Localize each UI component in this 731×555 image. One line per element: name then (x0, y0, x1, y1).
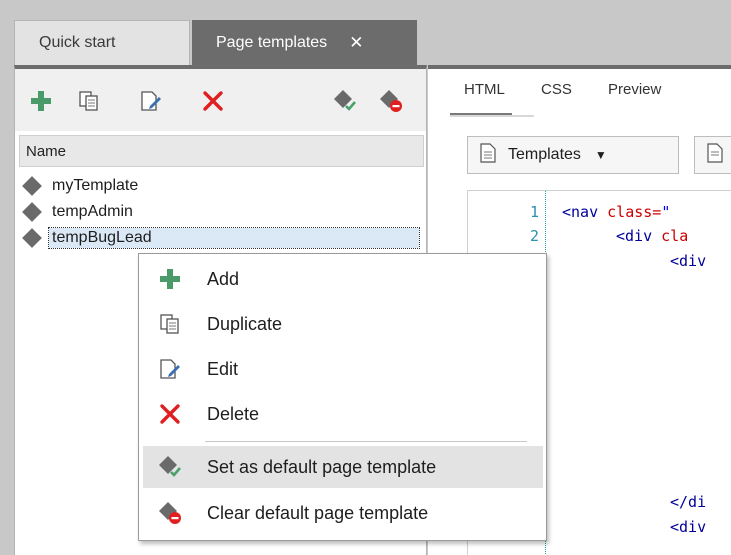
document-tab-strip: Quick start Page templates ✕ (0, 0, 731, 65)
caret-down-icon: ▼ (594, 148, 607, 162)
name-column-header[interactable]: Name (19, 135, 424, 167)
clear-default-button[interactable] (377, 89, 405, 117)
tab-preview[interactable]: Preview (608, 81, 661, 98)
add-icon (157, 266, 183, 292)
editor-tab-bar: HTML CSS Preview (428, 69, 731, 125)
menu-item-set-default[interactable]: Set as default page template (143, 446, 543, 488)
document-icon (480, 142, 496, 168)
menu-item-label: Clear default page template (207, 502, 429, 523)
set-default-icon (332, 88, 358, 119)
tab-page-templates-label: Page templates (216, 33, 328, 51)
tab-html[interactable]: HTML (464, 81, 505, 98)
name-column-header-label: Name (26, 142, 67, 160)
clear-default-icon (157, 500, 183, 526)
edit-button[interactable] (137, 89, 165, 117)
template-icon (22, 202, 42, 222)
code-tag: </di (670, 493, 707, 511)
tree-item-label: myTemplate (52, 177, 139, 194)
menu-separator (205, 441, 527, 442)
edit-icon (157, 356, 183, 382)
templates-tree: myTemplate tempAdmin tempBugLead (19, 173, 424, 251)
menu-item-label: Delete (207, 403, 260, 424)
context-menu: Add Duplicate Edit Delete Set as default… (138, 253, 547, 541)
tab-css[interactable]: CSS (541, 81, 572, 98)
templates-toolbar (15, 69, 426, 131)
add-icon (30, 90, 52, 117)
duplicate-icon (157, 311, 183, 337)
tree-item-label: tempBugLead (48, 227, 420, 249)
code-string: " (661, 203, 671, 221)
snippets-button[interactable] (694, 136, 731, 174)
clear-default-icon (378, 88, 404, 119)
menu-item-label: Set as default page template (207, 456, 437, 477)
code-tag: <nav (562, 203, 608, 221)
delete-icon (202, 90, 224, 117)
code-line: <nav class=" (562, 203, 670, 221)
code-attr: cla (661, 227, 689, 245)
templates-dropdown[interactable]: Templates ▼ (467, 136, 679, 174)
set-default-button[interactable] (331, 89, 359, 117)
tree-item[interactable]: tempAdmin (19, 199, 424, 225)
templates-dropdown-label: Templates (508, 146, 581, 163)
delete-button[interactable] (199, 89, 227, 117)
menu-item-label: Add (207, 268, 240, 289)
code-tag: <div (670, 252, 707, 270)
code-line: <div (670, 252, 706, 270)
tab-quick-start[interactable]: Quick start (14, 20, 190, 65)
menu-item-delete[interactable]: Delete (143, 393, 543, 435)
code-attr: class= (607, 203, 662, 221)
close-icon[interactable]: ✕ (349, 33, 363, 53)
tree-item-selected[interactable]: tempBugLead (19, 225, 424, 251)
edit-icon (139, 89, 163, 118)
menu-item-edit[interactable]: Edit (143, 348, 543, 390)
menu-item-label: Duplicate (207, 313, 283, 334)
code-line: <div cla (616, 227, 688, 245)
code-line: <div (670, 518, 706, 536)
add-button[interactable] (27, 89, 55, 117)
tree-item-label: tempAdmin (52, 203, 133, 220)
code-tag: <div (670, 518, 707, 536)
tab-quick-start-label: Quick start (39, 34, 116, 51)
line-number: 2 (529, 227, 539, 245)
code-line: </di (670, 493, 706, 511)
code-tag: <div (616, 227, 662, 245)
menu-item-add[interactable]: Add (143, 258, 543, 300)
template-icon (22, 176, 42, 196)
template-icon (22, 228, 42, 248)
set-default-icon (157, 454, 183, 480)
tree-item[interactable]: myTemplate (19, 173, 424, 199)
line-number: 1 (529, 203, 539, 221)
document-icon (707, 142, 723, 168)
active-tab-indicator (450, 113, 534, 117)
duplicate-button[interactable] (75, 89, 103, 117)
duplicate-icon (78, 90, 100, 117)
delete-icon (157, 401, 183, 427)
tab-page-templates[interactable]: Page templates ✕ (192, 20, 417, 65)
menu-item-label: Edit (207, 358, 239, 379)
menu-item-duplicate[interactable]: Duplicate (143, 303, 543, 345)
menu-item-clear-default[interactable]: Clear default page template (143, 492, 543, 534)
